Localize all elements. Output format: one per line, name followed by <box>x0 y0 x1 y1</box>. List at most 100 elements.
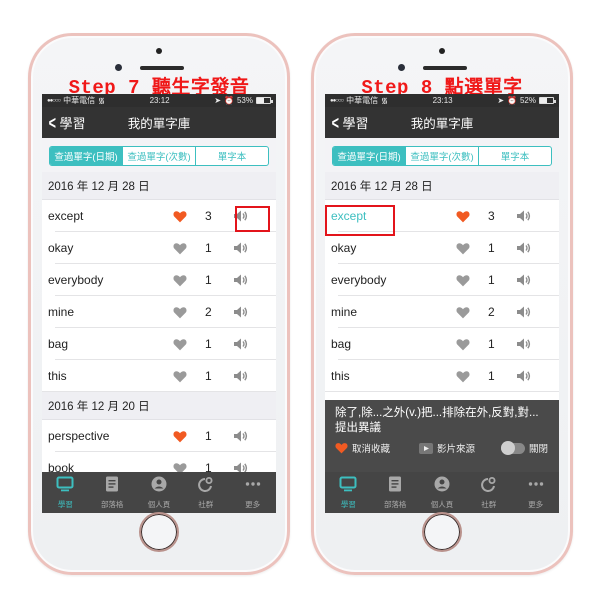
wifi-icon: ᯾ <box>98 96 105 105</box>
tab-bar-item[interactable]: 更多 <box>229 472 276 513</box>
close-button[interactable]: 關閉 <box>501 440 548 455</box>
tab-label: 社群 <box>481 499 497 509</box>
lookup-count: 2 <box>205 305 212 319</box>
back-button[interactable]: < 學習 <box>330 113 369 132</box>
word-text[interactable]: this <box>48 369 67 383</box>
heart-outline-icon[interactable] <box>456 370 470 383</box>
video-source-button[interactable]: 影片來源 <box>419 441 501 455</box>
tab-bar-item[interactable]: 個人頁 <box>419 472 466 513</box>
word-text[interactable]: perspective <box>48 429 109 443</box>
tab-bar-item[interactable]: 社群 <box>182 472 229 513</box>
more-icon <box>527 476 545 497</box>
word-text[interactable]: bag <box>48 337 68 351</box>
tab-bar-item[interactable]: 社群 <box>465 472 512 513</box>
word-row[interactable]: everybody 1 <box>325 264 559 296</box>
word-row[interactable]: perspective 1 <box>42 420 276 452</box>
phone-frame-step-7: Step 7 聽生字發音 ●●○○○ 中華電信 ᯾ 23:12 ➤ ⏰ 53% … <box>28 33 290 575</box>
tab-bar-item[interactable]: 學習 <box>325 472 372 513</box>
word-row[interactable]: okay 1 <box>42 232 276 264</box>
speaker-icon[interactable] <box>516 273 532 287</box>
heart-outline-icon[interactable] <box>173 242 187 255</box>
word-row[interactable]: bag 1 <box>42 328 276 360</box>
word-text[interactable]: everybody <box>48 273 103 287</box>
heart-outline-icon[interactable] <box>173 338 187 351</box>
word-row[interactable]: mine 2 <box>42 296 276 328</box>
heart-outline-icon[interactable] <box>173 370 187 383</box>
tab-bar-item[interactable]: 個人頁 <box>136 472 183 513</box>
back-button[interactable]: < 學習 <box>47 113 86 132</box>
word-row[interactable]: okay 1 <box>325 232 559 264</box>
tab-bar-item[interactable]: 部落格 <box>372 472 419 513</box>
word-text[interactable]: except <box>48 209 83 223</box>
app-screen: ●●○○○ 中華電信 ᯾ 23:12 ➤ ⏰ 53% < 學習 我的單字庫 查過… <box>42 94 276 513</box>
document-icon <box>103 476 121 497</box>
speaker-icon[interactable] <box>516 369 532 383</box>
heart-filled-icon[interactable] <box>456 210 470 223</box>
pin-toggle[interactable] <box>501 440 525 455</box>
heart-outline-icon[interactable] <box>173 306 187 319</box>
lookup-count: 1 <box>488 369 495 383</box>
word-row[interactable]: mine 2 <box>325 296 559 328</box>
tab-bar-item[interactable]: 部落格 <box>89 472 136 513</box>
back-label: 學習 <box>59 116 86 131</box>
speaker-icon[interactable] <box>233 241 249 255</box>
lookup-count: 2 <box>488 305 495 319</box>
carrier: 中華電信 <box>63 96 96 105</box>
word-row[interactable]: everybody 1 <box>42 264 276 296</box>
date-header: 2016 年 12 月 20 日 <box>42 392 276 420</box>
word-text[interactable]: mine <box>331 305 357 319</box>
speaker-icon[interactable] <box>233 337 249 351</box>
tab-by-date[interactable]: 查過單字(日期) <box>50 147 122 165</box>
speaker-icon[interactable] <box>233 273 249 287</box>
word-row[interactable]: this 1 <box>42 360 276 392</box>
speaker-icon[interactable] <box>233 305 249 319</box>
tab-bar: 學習 部落格 個人頁 社群 更多 <box>42 472 276 513</box>
location-icon: ➤ <box>497 96 505 105</box>
tab-by-count[interactable]: 查過單字(次數) <box>122 147 195 165</box>
tab-wordbook[interactable]: 單字本 <box>195 147 268 165</box>
tab-by-date[interactable]: 查過單字(日期) <box>333 147 405 165</box>
word-text[interactable]: everybody <box>331 273 386 287</box>
speaker-icon[interactable] <box>233 429 249 443</box>
home-button[interactable] <box>422 512 462 552</box>
word-row[interactable]: this 1 <box>325 360 559 392</box>
speaker-icon[interactable] <box>516 209 532 223</box>
alarm-icon: ⏰ <box>224 96 234 105</box>
front-camera <box>398 64 405 71</box>
tab-bar-item[interactable]: 更多 <box>512 472 559 513</box>
speaker-icon[interactable] <box>233 369 249 383</box>
word-text[interactable]: bag <box>331 337 351 351</box>
play-icon <box>419 442 433 454</box>
person-icon <box>150 476 168 497</box>
home-button[interactable] <box>139 512 179 552</box>
battery-icon <box>256 97 273 104</box>
heart-outline-icon[interactable] <box>456 274 470 287</box>
location-icon: ➤ <box>214 96 222 105</box>
speaker-icon[interactable] <box>516 241 532 255</box>
heart-icon <box>335 443 348 454</box>
heart-outline-icon[interactable] <box>456 242 470 255</box>
heart-filled-icon[interactable] <box>173 430 187 443</box>
word-row[interactable]: bag 1 <box>325 328 559 360</box>
clock: 23:13 <box>432 96 453 105</box>
heart-filled-icon[interactable] <box>173 210 187 223</box>
battery-percent: 53% <box>236 96 253 105</box>
word-text[interactable]: this <box>331 369 350 383</box>
heart-outline-icon[interactable] <box>456 338 470 351</box>
tab-bar: 學習 部落格 個人頁 社群 更多 <box>325 472 559 513</box>
word-text[interactable]: okay <box>48 241 73 255</box>
speaker-icon[interactable] <box>516 305 532 319</box>
heart-outline-icon[interactable] <box>173 274 187 287</box>
unfavorite-button[interactable]: 取消收藏 <box>335 441 419 455</box>
heart-outline-icon[interactable] <box>456 306 470 319</box>
word-text[interactable]: okay <box>331 241 356 255</box>
tab-bar-item[interactable]: 學習 <box>42 472 89 513</box>
more-icon <box>244 476 262 497</box>
speaker-icon[interactable] <box>516 337 532 351</box>
tab-wordbook[interactable]: 單字本 <box>478 147 551 165</box>
tab-label: 更多 <box>245 499 261 509</box>
tab-by-count[interactable]: 查過單字(次數) <box>405 147 478 165</box>
battery-percent: 52% <box>519 96 536 105</box>
word-text[interactable]: mine <box>48 305 74 319</box>
definition-text: 除了,除...之外(v.)把...排除在外,反對,對...提出異議 <box>335 407 539 434</box>
